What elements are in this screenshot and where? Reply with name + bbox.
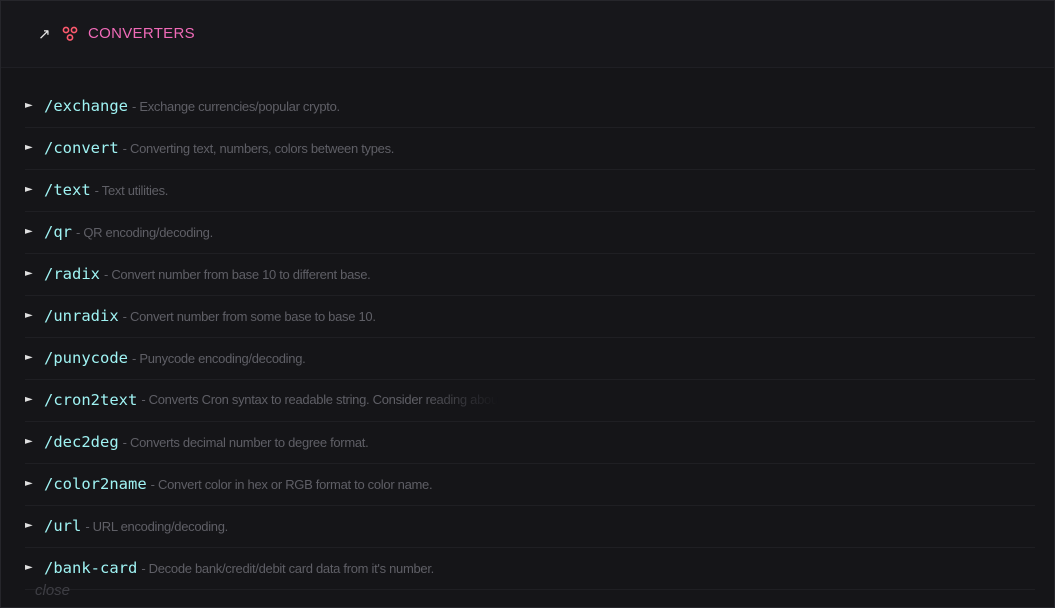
command-name: /punycode bbox=[44, 349, 128, 367]
command-name: /cron2text bbox=[44, 391, 138, 409]
command-description: - Text utilities. bbox=[94, 183, 169, 198]
command-row-text[interactable]: ► /text - Text utilities. bbox=[25, 170, 1035, 212]
command-description: - QR encoding/decoding. bbox=[76, 225, 213, 240]
command-name: /qr bbox=[44, 223, 72, 241]
triangle-right-icon: ► bbox=[25, 520, 33, 531]
command-name: /color2name bbox=[44, 475, 147, 493]
triangle-right-icon: ► bbox=[25, 184, 33, 195]
command-description: - Converts Cron syntax to readable strin… bbox=[141, 392, 498, 407]
command-description: - Exchange currencies/popular crypto. bbox=[132, 99, 340, 114]
command-description: - Convert number from base 10 to differe… bbox=[104, 267, 371, 282]
command-description: - URL encoding/decoding. bbox=[85, 519, 228, 534]
command-description: - Convert color in hex or RGB format to … bbox=[150, 477, 433, 492]
command-row-bank-card[interactable]: ► /bank-card - Decode bank/credit/debit c… bbox=[25, 548, 1035, 590]
command-name: /convert bbox=[44, 139, 119, 157]
command-row-url[interactable]: ► /url - URL encoding/decoding. bbox=[25, 506, 1035, 548]
triangle-right-icon: ► bbox=[25, 100, 33, 111]
command-row-unradix[interactable]: ► /unradix - Convert number from some bas… bbox=[25, 296, 1035, 338]
command-name: /exchange bbox=[44, 97, 128, 115]
converters-icon bbox=[62, 26, 78, 41]
command-description: - Converts decimal number to degree form… bbox=[122, 435, 369, 450]
command-description: - Converting text, numbers, colors betwe… bbox=[122, 141, 395, 156]
command-row-cron2text[interactable]: ► /cron2text - Converts Cron syntax to re… bbox=[25, 380, 1035, 422]
command-row-qr[interactable]: ► /qr - QR encoding/decoding. bbox=[25, 212, 1035, 254]
panel-header: ↗ CONVERTERS bbox=[1, 1, 1054, 68]
triangle-right-icon: ► bbox=[25, 226, 33, 237]
command-row-dec2deg[interactable]: ► /dec2deg - Converts decimal number to d… bbox=[25, 422, 1035, 464]
command-name: /radix bbox=[44, 265, 100, 283]
section-title: CONVERTERS bbox=[88, 25, 195, 42]
command-name: /text bbox=[44, 181, 91, 199]
command-row-color2name[interactable]: ► /color2name - Convert color in hex or R… bbox=[25, 464, 1035, 506]
triangle-right-icon: ► bbox=[25, 142, 33, 153]
triangle-right-icon: ► bbox=[25, 562, 33, 573]
triangle-right-icon: ► bbox=[25, 268, 33, 279]
triangle-right-icon: ► bbox=[25, 436, 33, 447]
converters-panel: ↗ CONVERTERS ► /exchange - Exchange curre… bbox=[0, 0, 1055, 608]
triangle-right-icon: ► bbox=[25, 478, 33, 489]
command-row-exchange[interactable]: ► /exchange - Exchange currencies/popular… bbox=[25, 86, 1035, 128]
triangle-right-icon: ► bbox=[25, 394, 33, 405]
command-list: ► /exchange - Exchange currencies/popular… bbox=[25, 86, 1035, 590]
command-description: - Convert number from some base to base … bbox=[122, 309, 376, 324]
command-name: /bank-card bbox=[44, 559, 138, 577]
command-row-convert[interactable]: ► /convert - Converting text, numbers, co… bbox=[25, 128, 1035, 170]
close-button[interactable]: close bbox=[35, 582, 70, 600]
command-row-radix[interactable]: ► /radix - Convert number from base 10 to… bbox=[25, 254, 1035, 296]
command-name: /unradix bbox=[44, 307, 119, 325]
command-name: /url bbox=[44, 517, 82, 535]
command-row-punycode[interactable]: ► /punycode - Punycode encoding/decoding. bbox=[25, 338, 1035, 380]
arrow-up-right-icon[interactable]: ↗ bbox=[38, 24, 51, 44]
command-description: - Punycode encoding/decoding. bbox=[132, 351, 306, 366]
command-description: - Decode bank/credit/debit card data fro… bbox=[141, 561, 434, 576]
triangle-right-icon: ► bbox=[25, 352, 33, 363]
command-name: /dec2deg bbox=[44, 433, 119, 451]
triangle-right-icon: ► bbox=[25, 310, 33, 321]
